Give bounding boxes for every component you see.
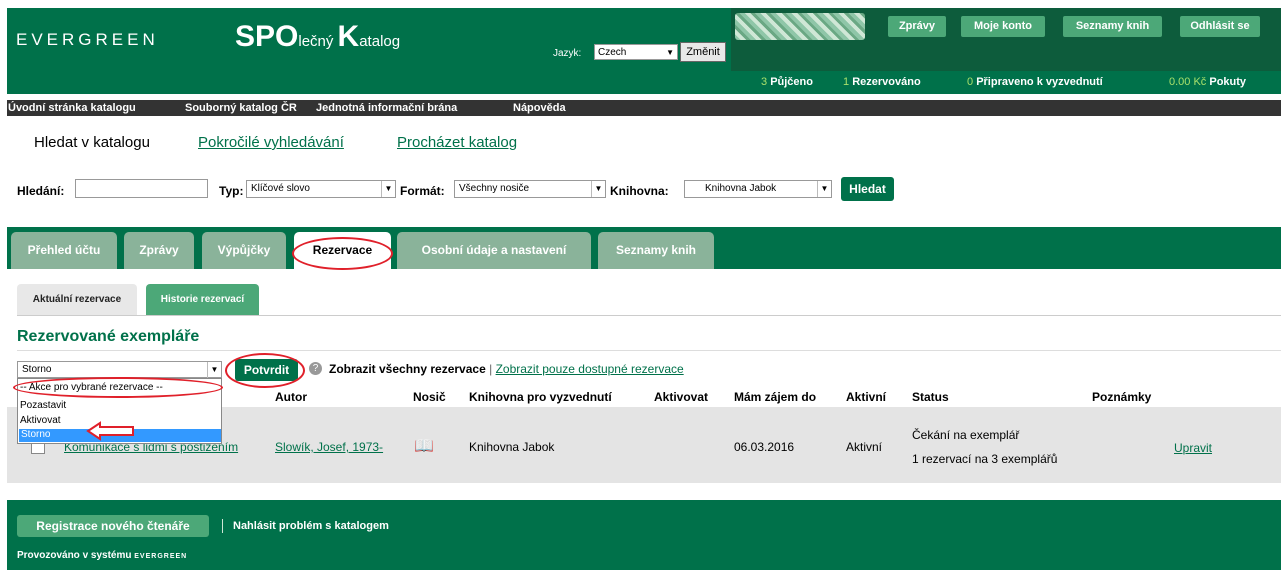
top-nav: Úvodní stránka katalogu Souborný katalog… [7, 100, 1281, 116]
book-icon: 📖 [414, 438, 434, 455]
book-lists-button[interactable]: Seznamy knih [1063, 16, 1162, 37]
stat-checked-out[interactable]: 3 Půjčeno [761, 76, 813, 88]
help-icon[interactable]: ? [309, 362, 322, 375]
evergreen-small-logo[interactable]: EVERGREEN [134, 553, 187, 560]
option-highlight-circle [13, 377, 223, 398]
filter-links: Zobrazit všechny rezervace | Zobrazit po… [329, 362, 684, 376]
library-select[interactable]: Knihovna Jabok ▼ [684, 180, 832, 198]
footer-separator [222, 519, 223, 533]
stat-fines[interactable]: 0.00 Kč Pokuty [1169, 76, 1246, 88]
search-input[interactable] [75, 179, 208, 198]
language-select[interactable]: Czech ▼ [594, 44, 678, 60]
stat-label: Připraveno k vyzvednutí [976, 76, 1103, 88]
language-value: Czech [598, 47, 627, 58]
search-label: Hledání: [17, 184, 65, 198]
type-label: Typ: [219, 184, 244, 198]
account-stats: 3 Půjčeno 1 Rezervováno 0 Připraveno k v… [731, 71, 1281, 94]
divider [17, 350, 1281, 351]
confirm-highlight-circle [225, 353, 305, 388]
title-part-spo: SPO [235, 20, 299, 53]
chevron-down-icon: ▼ [817, 181, 831, 197]
library-value: Knihovna Jabok [705, 183, 777, 194]
my-account-button[interactable]: Moje konto [961, 16, 1045, 37]
edit-hold-link[interactable]: Upravit [1174, 441, 1212, 455]
report-problem-link[interactable]: Nahlásit problém s katalogem [233, 520, 389, 532]
tab-book-lists[interactable]: Seznamy knih [598, 232, 714, 269]
subtab-holds-history[interactable]: Historie rezervací [146, 284, 259, 315]
stat-num: 0 [967, 76, 974, 88]
evergreen-logo[interactable]: EVERGREEN [16, 30, 159, 50]
chevron-down-icon: ▼ [381, 181, 395, 197]
hold-status-line1: Čekání na exemplář [912, 428, 1020, 442]
tab-checkouts[interactable]: Výpůjčky [202, 232, 286, 269]
hold-active-status: Aktivní [846, 440, 883, 454]
user-name-image [735, 13, 865, 40]
col-activate[interactable]: Aktivovat [654, 390, 708, 404]
title-part-k: K [337, 20, 360, 53]
divider [17, 315, 1281, 316]
chevron-down-icon: ▼ [207, 362, 221, 378]
logout-button[interactable]: Odhlásit se [1180, 16, 1260, 37]
stat-holds[interactable]: 1 Rezervováno [843, 76, 921, 88]
hold-action-select[interactable]: Storno ▼ [17, 361, 222, 378]
stat-label: Pokuty [1209, 76, 1247, 88]
action-selected-value: Storno [22, 364, 52, 375]
dropdown-option-activate[interactable]: Aktivovat [20, 415, 61, 426]
search-catalog-link[interactable]: Hledat v katalogu [34, 134, 150, 151]
show-available-holds-link[interactable]: Zobrazit pouze dostupné rezervace [496, 362, 684, 376]
browse-catalog-link[interactable]: Procházet katalog [397, 134, 517, 151]
dropdown-option-suspend[interactable]: Pozastavit [20, 400, 66, 411]
format-select[interactable]: Všechny nosiče ▼ [454, 180, 606, 198]
col-format[interactable]: Nosič [413, 390, 446, 404]
nav-catalog-home[interactable]: Úvodní stránka katalogu [8, 102, 136, 114]
chevron-down-icon: ▼ [666, 48, 674, 57]
nav-union-catalog[interactable]: Souborný katalog ČR [185, 102, 297, 114]
arrow-left-icon [86, 421, 134, 441]
show-all-holds-label: Zobrazit všechny rezervace [329, 362, 486, 376]
hold-pickup-library: Knihovna Jabok [469, 440, 555, 454]
messages-button[interactable]: Zprávy [888, 16, 946, 37]
advanced-search-link[interactable]: Pokročilé vyhledávání [198, 134, 344, 151]
col-status[interactable]: Status [912, 390, 949, 404]
site-title[interactable]: SPOlečný Katalog [235, 20, 400, 54]
page-heading: Rezervované exempláře [17, 328, 200, 345]
col-active[interactable]: Aktivní [846, 390, 886, 404]
type-value: Klíčové slovo [251, 183, 310, 194]
stat-num: 1 [843, 76, 850, 88]
tab-messages[interactable]: Zprávy [124, 232, 194, 269]
filter-separator: | [489, 362, 493, 376]
tab-account-summary[interactable]: Přehled účtu [11, 232, 117, 269]
tab-highlight-circle [292, 237, 393, 270]
stat-label: Půjčeno [770, 76, 813, 88]
chevron-down-icon: ▼ [591, 181, 605, 197]
nav-info-gateway[interactable]: Jednotná informační brána [316, 102, 457, 114]
language-label: Jazyk: [553, 48, 582, 59]
hold-author-link[interactable]: Slowík, Josef, 1973- [275, 440, 383, 454]
col-expire-date[interactable]: Mám zájem do [734, 390, 816, 404]
stat-ready[interactable]: 0 Připraveno k vyzvednutí [967, 76, 1103, 88]
nav-help[interactable]: Nápověda [513, 102, 566, 114]
title-part-atalog: atalog [359, 33, 401, 50]
format-label: Formát: [400, 184, 445, 198]
col-notes[interactable]: Poznámky [1092, 390, 1151, 404]
stat-num: 3 [761, 76, 768, 88]
hold-expire-date: 06.03.2016 [734, 440, 795, 454]
library-label: Knihovna: [610, 184, 669, 198]
tab-personal-settings[interactable]: Osobní údaje a nastavení [397, 232, 591, 269]
format-value: Všechny nosiče [459, 183, 530, 194]
subtab-current-holds[interactable]: Aktuální rezervace [17, 284, 137, 315]
title-part-lecny: lečný [298, 33, 338, 50]
language-change-button[interactable]: Změnit [680, 42, 726, 62]
col-author[interactable]: Autor [275, 390, 307, 404]
stat-num: 0.00 Kč [1169, 76, 1207, 88]
powered-by: Provozováno v systému EVERGREEN [17, 550, 187, 561]
hold-status-line2: 1 rezervací na 3 exemplářů [912, 452, 1058, 466]
powered-by-label: Provozováno v systému [17, 550, 132, 561]
stat-label: Rezervováno [852, 76, 921, 88]
search-button[interactable]: Hledat [841, 177, 894, 201]
col-pickup-library[interactable]: Knihovna pro vyzvednutí [469, 390, 612, 404]
type-select[interactable]: Klíčové slovo ▼ [246, 180, 396, 198]
register-reader-button[interactable]: Registrace nového čtenáře [17, 515, 209, 537]
